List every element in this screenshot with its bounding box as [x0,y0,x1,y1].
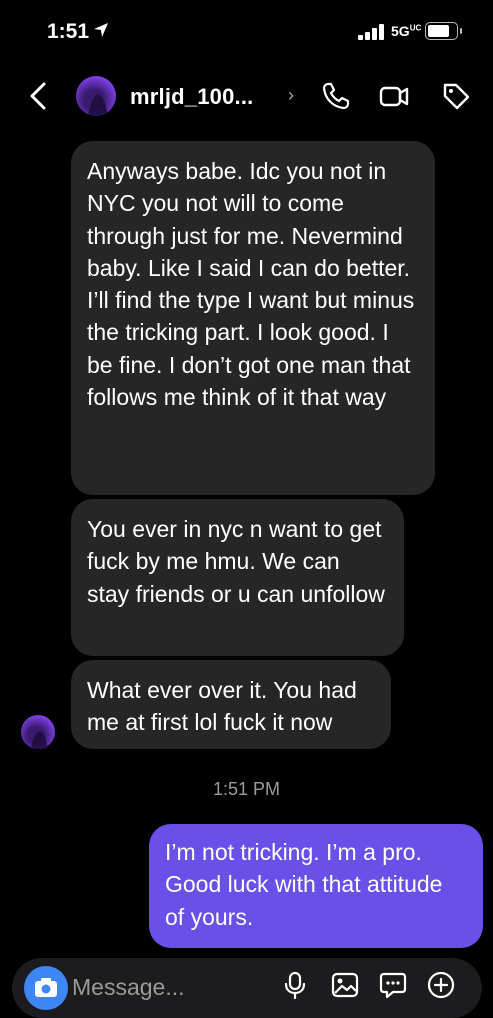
contact-avatar[interactable] [76,76,116,116]
status-bar: 1:51 5GUC [0,0,493,62]
chevron-right-icon[interactable]: › [288,85,294,106]
cellular-signal-icon [358,24,386,40]
sticker-chat-icon[interactable] [378,970,408,1000]
message-composer[interactable]: Message... [12,958,482,1018]
sender-avatar[interactable] [21,715,55,749]
location-arrow-icon [94,23,108,37]
incoming-message[interactable]: What ever over it. You had me at first l… [71,660,391,749]
conversation-header: mrljd_100... › [0,62,493,130]
message-timestamp: 1:51 PM [212,779,281,799]
outgoing-message[interactable]: I’m not tricking. I’m a pro. Good luck w… [149,824,483,948]
contact-username[interactable]: mrljd_100... [130,84,253,110]
gallery-icon[interactable] [330,970,360,1000]
video-call-icon[interactable] [378,80,410,112]
incoming-message[interactable]: Anyways babe. Idc you not in NYC you not… [71,141,435,495]
phone-icon[interactable] [320,80,352,112]
back-chevron-icon[interactable] [24,78,54,114]
camera-icon [35,978,57,997]
microphone-icon[interactable] [280,970,310,1000]
camera-button[interactable] [24,966,68,1010]
add-circle-icon[interactable] [426,970,456,1000]
tag-icon[interactable] [440,80,472,112]
status-time: 1:51 [47,20,90,43]
incoming-message[interactable]: You ever in nyc n want to get fuck by me… [71,499,404,656]
network-type: 5GUC [391,23,422,39]
message-input[interactable]: Message... [72,974,185,1001]
battery-icon [425,22,462,40]
